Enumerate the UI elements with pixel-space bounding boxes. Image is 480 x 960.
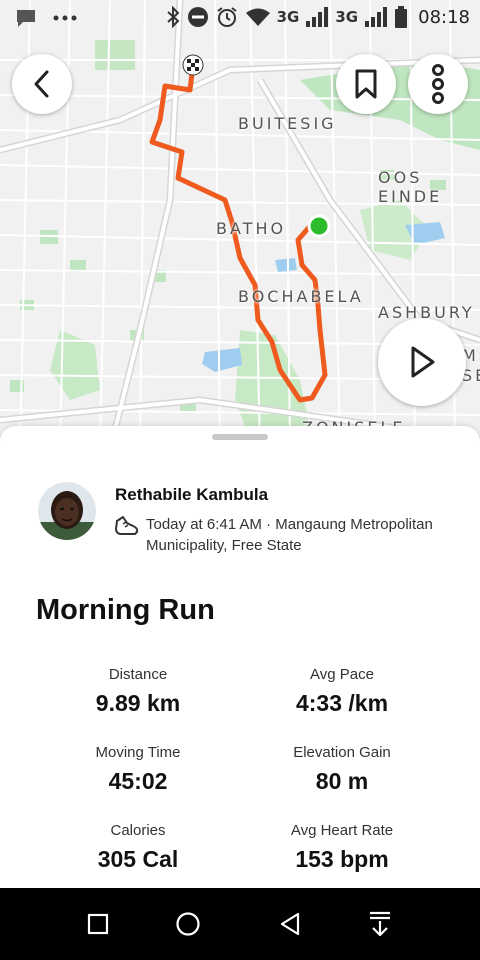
home-button[interactable] bbox=[168, 906, 208, 942]
back-nav-button[interactable] bbox=[270, 906, 310, 942]
signal-icon bbox=[305, 7, 329, 27]
bookmark-icon bbox=[355, 69, 377, 99]
status-bar: 3G 3G 08:18 bbox=[0, 0, 480, 38]
running-shoe-icon bbox=[114, 514, 140, 556]
stat-value: 45:02 bbox=[108, 768, 168, 794]
do-not-disturb-icon bbox=[187, 6, 209, 28]
stat-moving-time: Moving Time 45:02 bbox=[38, 744, 238, 795]
bluetooth-icon bbox=[165, 6, 181, 28]
save-route-button[interactable] bbox=[336, 54, 396, 114]
stat-value: 153 bpm bbox=[295, 846, 389, 872]
map-label-buitesig: BUITESIG bbox=[238, 114, 337, 133]
network-type-2: 3G bbox=[335, 8, 359, 26]
stat-value: 80 m bbox=[315, 768, 369, 794]
play-icon bbox=[411, 346, 435, 378]
stat-calories: Calories 305 Cal bbox=[38, 822, 238, 873]
stat-label: Distance bbox=[108, 666, 168, 683]
activity-title: Morning Run bbox=[36, 594, 215, 626]
sheet-drag-handle[interactable] bbox=[212, 434, 268, 440]
more-vertical-icon bbox=[432, 64, 444, 104]
network-type-1: 3G bbox=[276, 8, 300, 26]
signal-icon bbox=[364, 7, 388, 27]
activity-sheet[interactable]: Rethabile Kambula Today at 6:41 AM · Man… bbox=[0, 426, 480, 888]
start-marker-icon bbox=[307, 214, 331, 238]
activity-date-location: Today at 6:41 AM · Mangaung Metropolitan… bbox=[146, 516, 433, 554]
more-dots-icon bbox=[52, 14, 78, 22]
notification-pull-down-icon bbox=[370, 911, 390, 937]
more-options-button[interactable] bbox=[408, 54, 468, 114]
map-label-bochabela: BOCHABELA bbox=[238, 287, 364, 306]
wifi-icon bbox=[245, 7, 271, 27]
notification-pull-down-button[interactable] bbox=[360, 906, 400, 942]
stat-label: Elevation Gain bbox=[293, 744, 391, 761]
system-nav-bar bbox=[0, 888, 480, 960]
stat-label: Avg Pace bbox=[310, 666, 374, 683]
alarm-icon bbox=[215, 6, 239, 28]
stat-avg-pace: Avg Pace 4:33 /km bbox=[242, 666, 442, 717]
stat-label: Calories bbox=[110, 822, 166, 839]
activity-meta: Today at 6:41 AM · Mangaung Metropolitan… bbox=[114, 514, 436, 556]
recents-square-icon bbox=[87, 913, 109, 935]
back-triangle-icon bbox=[280, 912, 300, 936]
recents-button[interactable] bbox=[78, 906, 118, 942]
stat-value: 4:33 /km bbox=[295, 690, 389, 716]
home-circle-icon bbox=[176, 912, 200, 936]
athlete-name[interactable]: Rethabile Kambula bbox=[115, 485, 268, 505]
map-label-oos-einde: OOS EINDE bbox=[378, 168, 443, 206]
back-button[interactable] bbox=[12, 54, 72, 114]
chevron-left-icon bbox=[34, 70, 49, 98]
chat-bubble-icon bbox=[14, 7, 38, 29]
stat-value: 305 Cal bbox=[97, 846, 179, 872]
map-label-batho: BATHO bbox=[216, 219, 287, 238]
play-flyover-button[interactable] bbox=[378, 318, 466, 406]
stat-label: Moving Time bbox=[95, 744, 181, 761]
stat-label: Avg Heart Rate bbox=[290, 822, 394, 839]
stat-distance: Distance 9.89 km bbox=[38, 666, 238, 717]
finish-flag-icon bbox=[182, 54, 204, 76]
stat-elevation-gain: Elevation Gain 80 m bbox=[242, 744, 442, 795]
stat-value: 9.89 km bbox=[95, 690, 181, 716]
battery-icon bbox=[394, 6, 408, 28]
avatar[interactable] bbox=[38, 482, 96, 540]
clock: 08:18 bbox=[418, 6, 470, 28]
stat-avg-heart-rate: Avg Heart Rate 153 bpm bbox=[242, 822, 442, 873]
